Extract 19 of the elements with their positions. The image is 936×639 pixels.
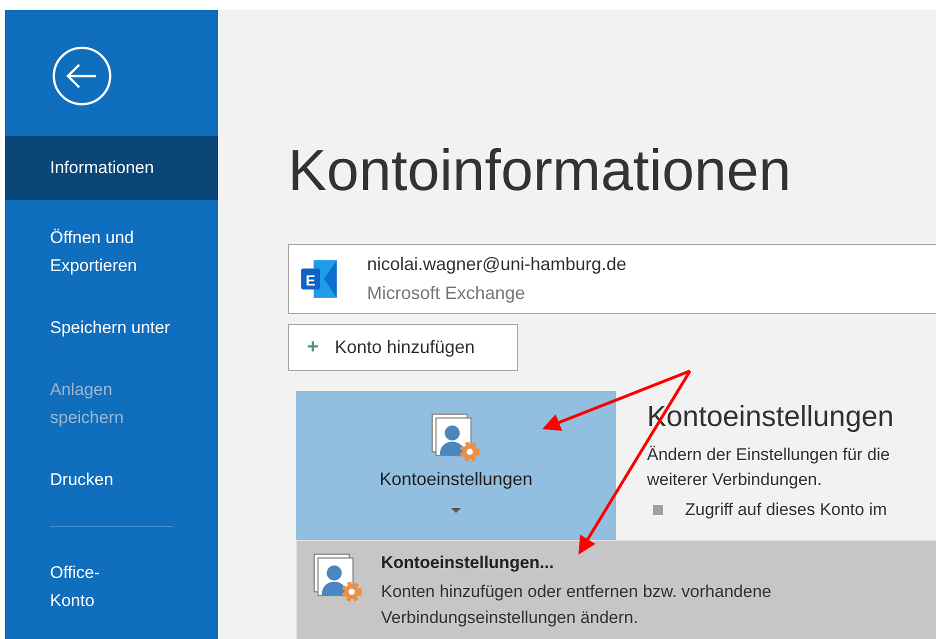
bullet-icon xyxy=(653,505,663,515)
section-description: Ändern der Einstellungen für die weiterer Verbindungen. xyxy=(647,444,891,491)
account-email: nicolai.wagner@uni-hamburg.de xyxy=(367,254,626,275)
sidebar-item[interactable]: Speichern unter xyxy=(5,304,218,352)
user-gear-icon xyxy=(431,413,481,463)
bullet-text: Zugriff auf dieses Konto im xyxy=(685,500,887,520)
sidebar-item[interactable]: Drucken xyxy=(5,456,218,504)
back-icon[interactable] xyxy=(50,46,114,106)
page-title: Kontoinformationen xyxy=(288,140,792,202)
sidebar-item[interactable]: Office-Konto xyxy=(5,549,218,625)
menu-item[interactable]: Kontoeinstellungen... Konten hinzufügen oder entfernen bzw. vorhandene Verbindungseinstellungen ändern. xyxy=(297,541,936,631)
account-selector[interactable]: E nicolai.wagner@uni-hamburg.de Microsoft Exchange xyxy=(288,244,936,314)
account-settings-button[interactable]: Kontoeinstellungen xyxy=(296,391,616,541)
account-type: Microsoft Exchange xyxy=(367,283,526,304)
user-gear-icon xyxy=(313,553,363,603)
caret-icon xyxy=(451,508,461,514)
add-account-button[interactable]: + Konto hinzufügen xyxy=(288,324,518,371)
sidebar-item[interactable]: Öffnen und Exportieren xyxy=(5,214,218,290)
sidebar-item[interactable]: Informationen xyxy=(5,136,218,200)
